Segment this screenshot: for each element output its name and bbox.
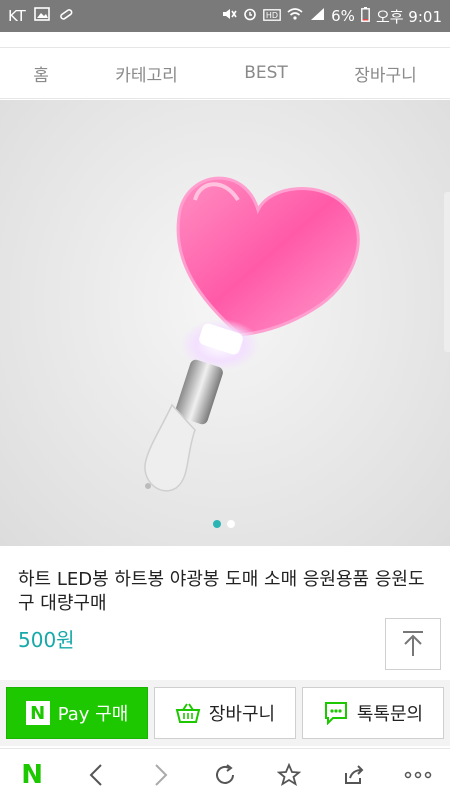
naver-pay-button[interactable]: N Pay 구매: [6, 687, 148, 739]
heart-light-stick-illustration: [144, 176, 360, 492]
battery-percent: 6%: [331, 7, 355, 25]
refresh-icon: [216, 763, 234, 784]
product-title: 하트 LED봉 하트봉 야광봉 도매 소매 응원용품 응원도구 대량구매: [18, 569, 425, 614]
naver-n-icon: N: [25, 701, 50, 725]
more-dots-icon: [404, 771, 432, 778]
side-scroll-handle[interactable]: [444, 192, 450, 352]
chevron-right-icon: [154, 763, 168, 786]
browser-toolbar: N: [0, 748, 450, 800]
carousel-dot-active[interactable]: [213, 520, 221, 528]
talktalk-inquiry-button[interactable]: 톡톡문의: [302, 687, 444, 739]
nav-item-best[interactable]: BEST: [236, 63, 296, 83]
purchase-action-bar: N Pay 구매 장바구니 톡톡문의: [0, 680, 450, 746]
naver-home-button[interactable]: N: [12, 755, 52, 795]
hd-icon: HD: [263, 7, 281, 25]
talktalk-label: 톡톡문의: [356, 704, 424, 725]
nav-item-category[interactable]: 카테고리: [107, 61, 186, 86]
arrow-up-icon: [403, 631, 423, 656]
top-nav: 홈 카테고리 BEST 장바구니: [0, 47, 450, 99]
more-menu-button[interactable]: [398, 755, 438, 795]
signal-icon: [309, 7, 325, 25]
chat-bubble-icon: [324, 702, 347, 725]
add-to-cart-button[interactable]: 장바구니: [154, 687, 296, 739]
product-price: 500원: [18, 628, 75, 652]
battery-icon: [361, 6, 370, 26]
naver-logo-icon: N: [21, 759, 44, 790]
forward-button[interactable]: [141, 755, 181, 795]
back-button[interactable]: [76, 755, 116, 795]
status-bar: KT HD 6% 오후 9:01: [0, 0, 450, 32]
product-image[interactable]: [0, 100, 450, 546]
wifi-icon: [287, 7, 303, 25]
star-icon: [277, 762, 302, 786]
mute-icon: [221, 7, 237, 25]
share-icon: [344, 764, 363, 784]
scroll-to-top-button[interactable]: [385, 618, 441, 670]
carousel-dot[interactable]: [227, 520, 235, 528]
nav-item-home[interactable]: 홈: [25, 61, 57, 86]
image-icon: [34, 7, 50, 25]
nav-item-cart[interactable]: 장바구니: [346, 61, 425, 86]
pill-icon: [58, 6, 74, 26]
bookmark-button[interactable]: [269, 755, 309, 795]
basket-icon: [175, 703, 201, 723]
clock: 오후 9:01: [375, 7, 442, 26]
naver-pay-label: Pay 구매: [57, 704, 129, 725]
share-button[interactable]: [334, 755, 374, 795]
carousel-indicator: [213, 520, 235, 528]
carrier-label: KT: [8, 7, 26, 25]
svg-text:HD: HD: [266, 11, 278, 20]
alarm-icon: [243, 7, 257, 25]
cart-label: 장바구니: [208, 704, 276, 725]
chevron-left-icon: [90, 763, 103, 786]
refresh-button[interactable]: [205, 755, 245, 795]
